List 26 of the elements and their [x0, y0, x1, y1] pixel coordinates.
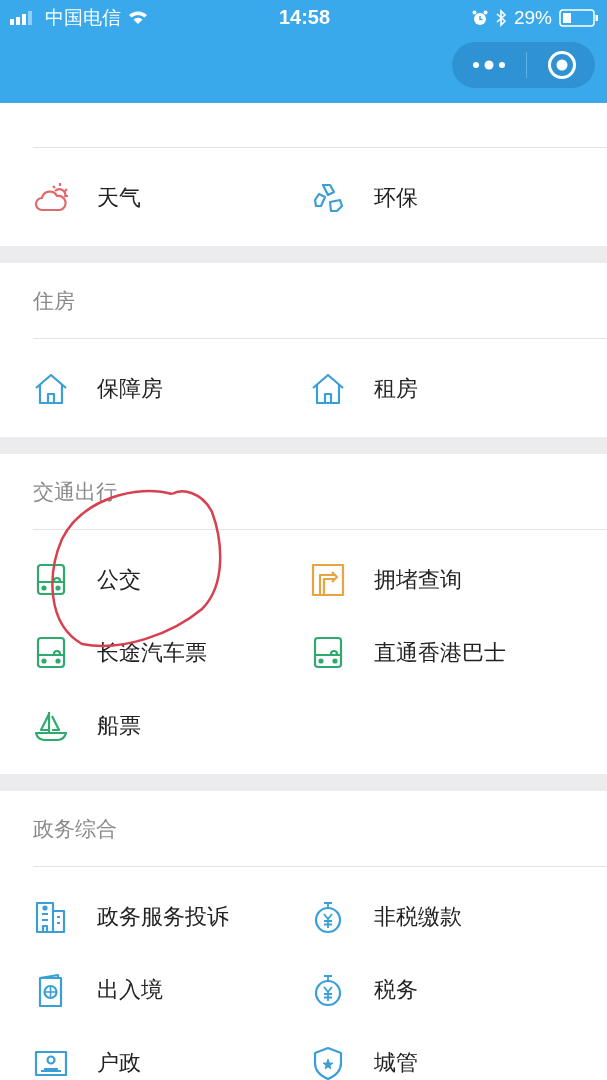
- service-label[interactable]: 户政: [97, 1047, 141, 1078]
- service-label[interactable]: 天气: [97, 182, 141, 213]
- service-label[interactable]: 政务服务投诉: [97, 901, 229, 932]
- wifi-icon: [128, 10, 148, 25]
- battery-icon: [559, 8, 599, 27]
- service-label[interactable]: 船票: [97, 710, 141, 741]
- clock-time: 14:58: [278, 6, 331, 29]
- service-label[interactable]: 环保: [374, 182, 418, 213]
- route-icon: [310, 561, 346, 598]
- section-title: 住房: [33, 287, 75, 314]
- service-label[interactable]: 非税缴款: [374, 901, 462, 932]
- more-icon[interactable]: [472, 59, 506, 71]
- service-label[interactable]: 公交: [97, 564, 141, 595]
- service-label[interactable]: 城管: [374, 1047, 418, 1078]
- alarm-icon: [471, 9, 488, 26]
- service-label[interactable]: 出入境: [97, 974, 163, 1005]
- bluetooth-icon: [494, 8, 507, 27]
- service-label[interactable]: 租房: [374, 373, 418, 404]
- section-title: 政务综合: [33, 815, 117, 842]
- service-label[interactable]: 拥堵查询: [374, 564, 462, 595]
- close-icon[interactable]: [547, 50, 577, 80]
- service-label[interactable]: 直通香港巴士: [374, 637, 506, 668]
- service-label[interactable]: 保障房: [97, 373, 163, 404]
- battery-percent: 29%: [513, 6, 552, 29]
- carrier-name: 中国电信: [45, 5, 121, 30]
- service-label[interactable]: 税务: [374, 974, 418, 1005]
